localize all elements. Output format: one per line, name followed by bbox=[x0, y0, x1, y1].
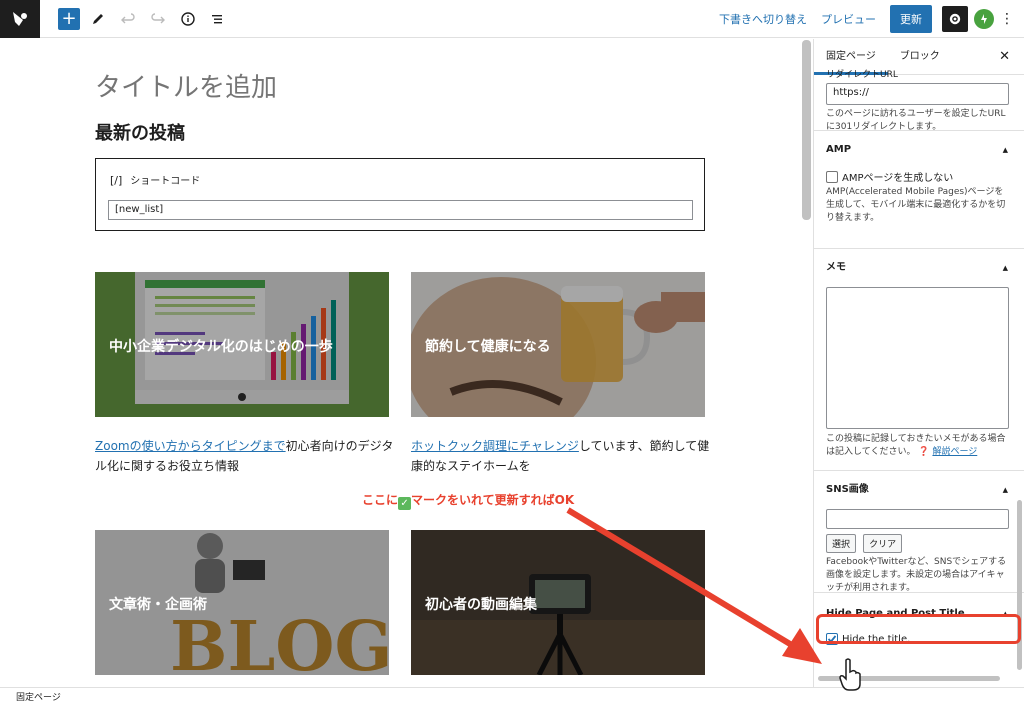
hand-pointer-icon bbox=[839, 658, 861, 691]
annotation-highlight-box bbox=[816, 614, 1021, 644]
annotation-arrow-icon bbox=[566, 507, 822, 664]
